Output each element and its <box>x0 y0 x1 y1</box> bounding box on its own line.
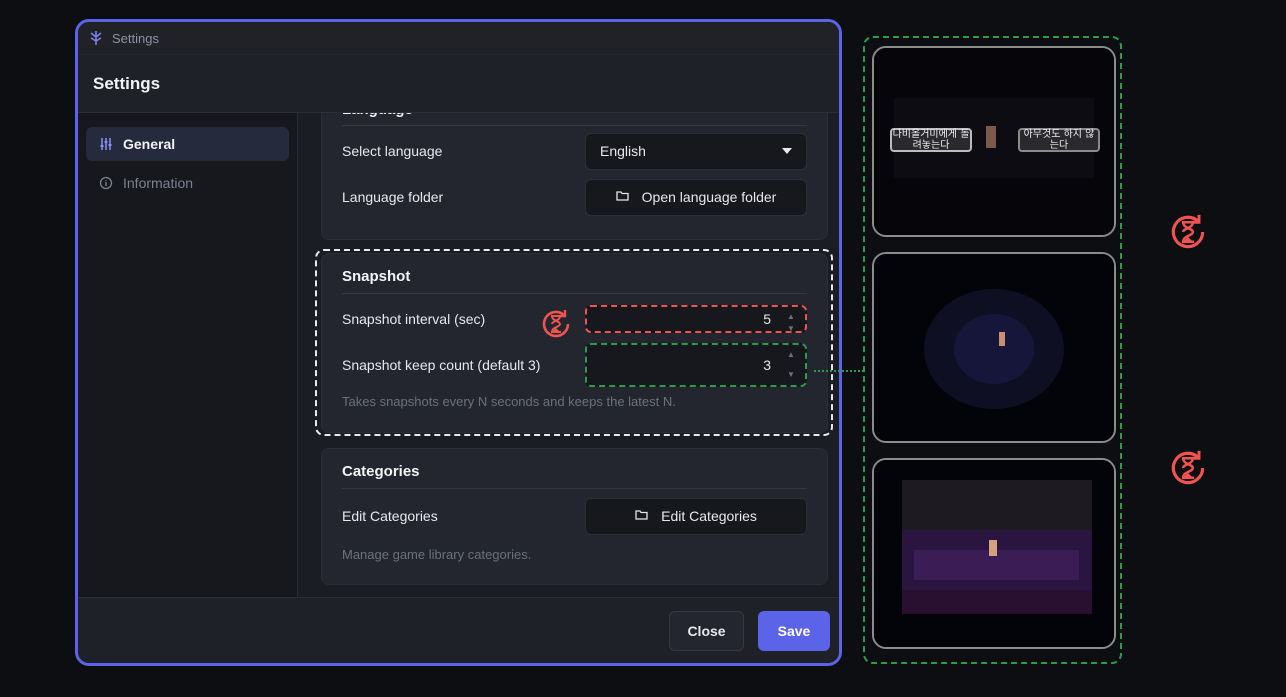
dialog-title: Settings <box>78 55 839 113</box>
decrement-icon[interactable]: ▼ <box>787 323 795 335</box>
folder-icon <box>635 508 649 524</box>
snapshot-preview-3 <box>872 458 1116 649</box>
snapshot-previews-frame: 나비올거미에게 돌려놓는다 아무것도 하지 않는다 <box>863 36 1122 664</box>
choice-box-left: 나비올거미에게 돌려놓는다 <box>890 128 972 152</box>
app-logo-icon <box>88 30 104 46</box>
snapshot-hint: Takes snapshots every N seconds and keep… <box>342 394 676 409</box>
choice-box-right: 아무것도 하지 않는다 <box>1018 128 1100 152</box>
categories-card-title: Categories <box>342 449 807 489</box>
open-language-folder-button[interactable]: Open language folder <box>585 178 807 216</box>
snapshot-keep-count-input[interactable]: 3 ▲ ▼ <box>585 343 807 387</box>
sidebar-item-label: Information <box>123 175 194 191</box>
close-button[interactable]: Close <box>669 610 744 651</box>
snapshot-preview-1: 나비올거미에게 돌려놓는다 아무것도 하지 않는다 <box>872 46 1116 237</box>
hourglass-timer-icon <box>1166 210 1210 254</box>
snapshot-keep-count-value: 3 <box>763 357 771 373</box>
language-select[interactable]: English <box>585 132 807 170</box>
increment-icon[interactable]: ▲ <box>787 311 795 323</box>
categories-card: Categories Edit Categories Edit Categori… <box>321 448 828 585</box>
open-language-folder-label: Open language folder <box>641 189 777 205</box>
categories-hint: Manage game library categories. <box>342 547 532 562</box>
dialog-footer: Close Save <box>78 597 839 663</box>
window-titlebar: Settings <box>78 22 839 55</box>
settings-content[interactable]: Language Select language English Languag… <box>298 113 839 597</box>
snapshot-preview-2 <box>872 252 1116 443</box>
language-card-title: Language <box>342 113 807 126</box>
folder-open-icon <box>616 189 630 205</box>
language-folder-label: Language folder <box>342 189 444 205</box>
select-language-label: Select language <box>342 143 443 159</box>
snapshot-card: Snapshot Snapshot interval (sec) 5 ▲ ▼ S… <box>321 253 828 433</box>
decrement-icon[interactable]: ▼ <box>787 369 795 381</box>
sidebar-item-information[interactable]: Information <box>86 166 289 200</box>
hourglass-timer-icon <box>538 306 574 342</box>
save-button[interactable]: Save <box>758 610 830 651</box>
chevron-down-icon <box>782 148 792 154</box>
snapshot-interval-input[interactable]: 5 ▲ ▼ <box>585 305 807 333</box>
sidebar-item-general[interactable]: General <box>86 127 289 161</box>
increment-icon[interactable]: ▲ <box>787 349 795 361</box>
connector-line <box>814 370 864 372</box>
hourglass-timer-icon <box>1166 446 1210 490</box>
language-card: Language Select language English Languag… <box>321 113 828 240</box>
edit-categories-button-label: Edit Categories <box>661 508 757 524</box>
snapshot-interval-value: 5 <box>763 311 771 327</box>
language-select-value: English <box>600 143 646 159</box>
settings-window: Settings Settings General Information La… <box>75 19 842 666</box>
edit-categories-button[interactable]: Edit Categories <box>585 497 807 535</box>
info-icon <box>99 176 113 190</box>
snapshot-keep-count-label: Snapshot keep count (default 3) <box>342 357 541 373</box>
snapshot-card-title: Snapshot <box>342 254 807 294</box>
window-title: Settings <box>112 30 159 46</box>
settings-sidebar: General Information <box>78 113 298 597</box>
sliders-icon <box>99 137 113 151</box>
edit-categories-label: Edit Categories <box>342 508 438 524</box>
snapshot-interval-label: Snapshot interval (sec) <box>342 311 486 327</box>
sidebar-item-label: General <box>123 136 176 152</box>
